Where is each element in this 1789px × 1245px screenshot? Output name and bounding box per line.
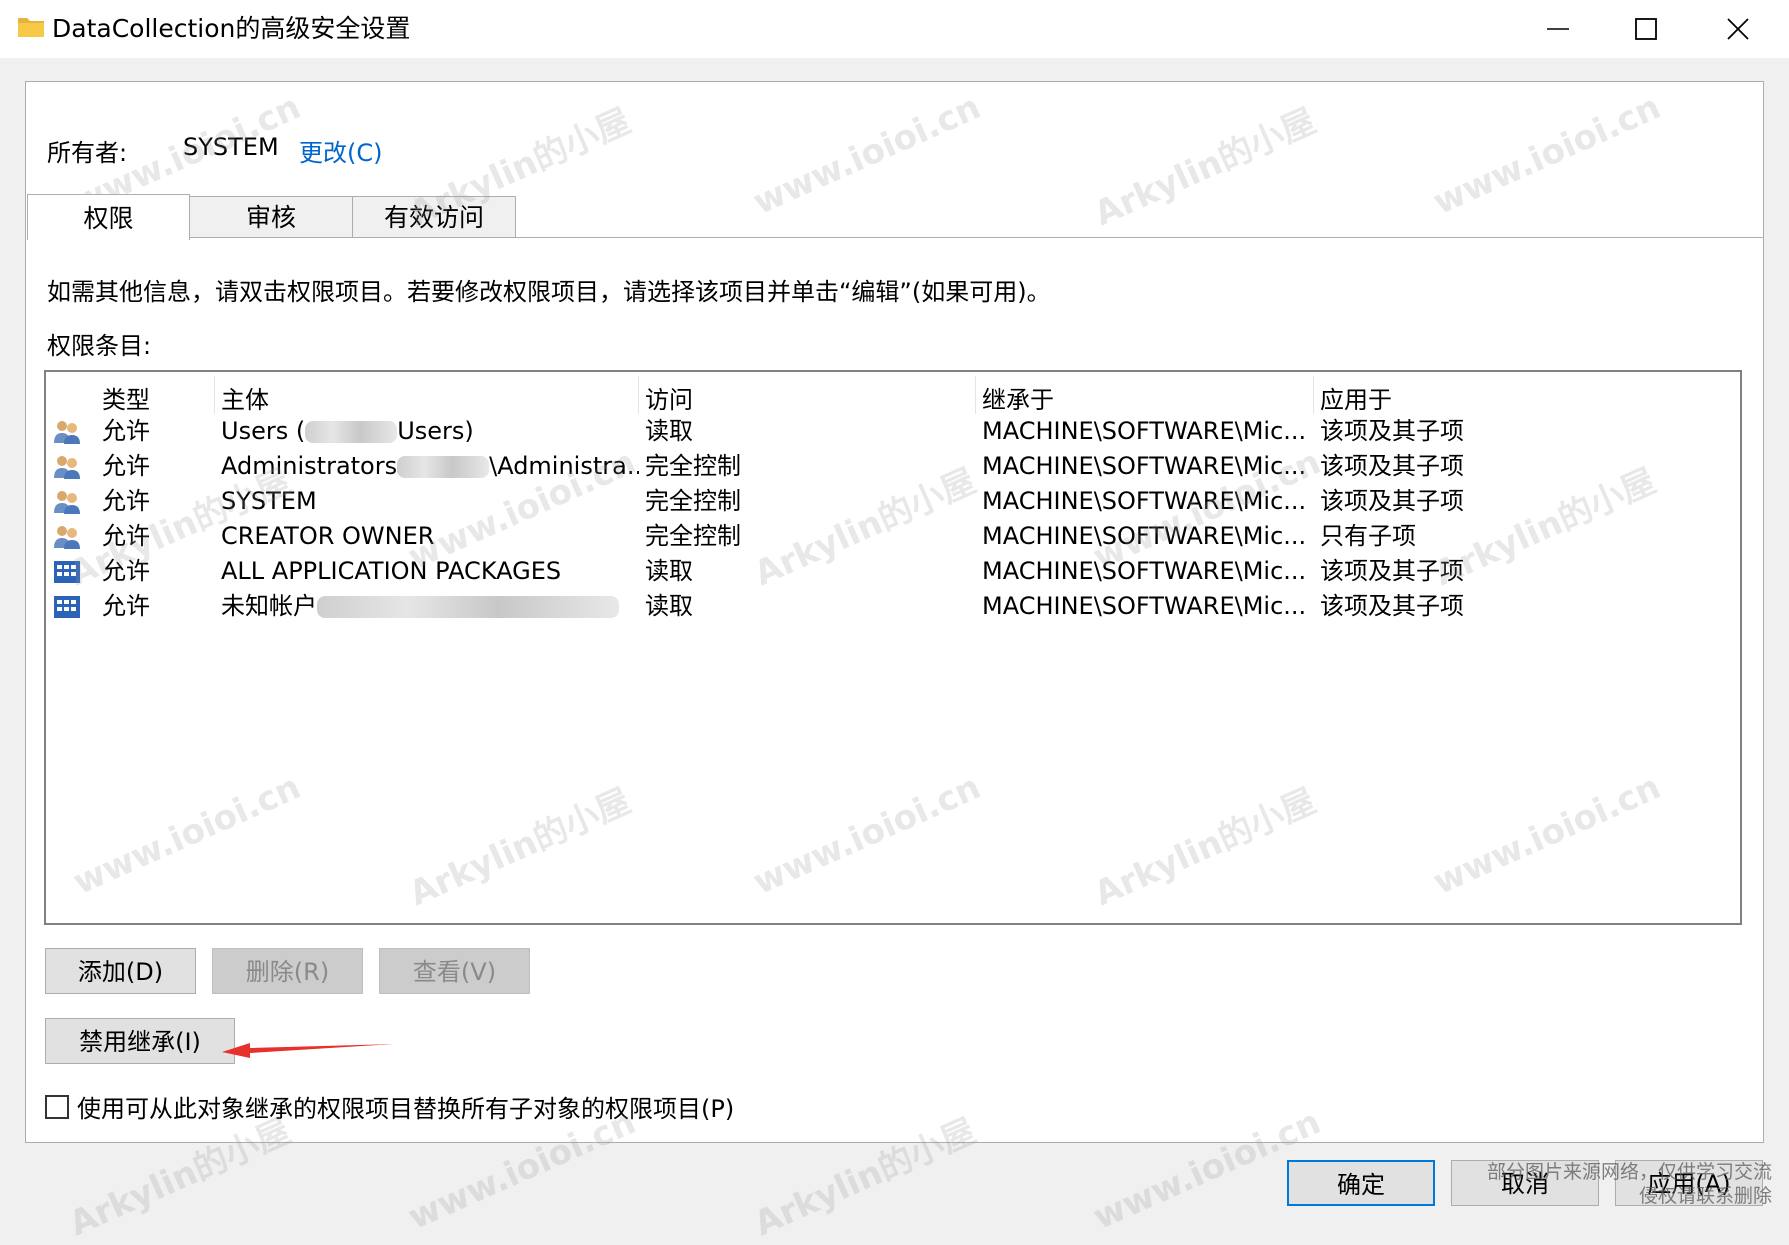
column-header-type[interactable]: 类型 — [102, 380, 150, 414]
red-arrow-annotation — [222, 1043, 394, 1058]
principal-cell: 未知帐户 — [221, 589, 641, 624]
type-cell: 允许 — [102, 487, 150, 515]
change-owner-link[interactable]: 更改(C) — [299, 133, 382, 168]
window-title: DataCollection的高级安全设置 — [52, 14, 411, 43]
access-cell: 读取 — [645, 592, 693, 620]
user-group-icon — [54, 526, 80, 549]
maximize-icon — [1635, 18, 1657, 40]
principal-cell: Administrators \Administra... — [221, 452, 639, 480]
disable-inheritance-button[interactable]: 禁用继承(I) — [45, 1018, 235, 1064]
owner-label: 所有者: — [47, 139, 128, 167]
redacted-blur — [305, 421, 398, 443]
column-separator[interactable] — [638, 376, 639, 414]
inherited-from-cell: MACHINE\SOFTWARE\Mic... — [982, 557, 1307, 585]
view-button[interactable]: 查看(V) — [379, 948, 530, 994]
maximize-button[interactable] — [1600, 0, 1692, 58]
minimize-button[interactable] — [1512, 0, 1604, 58]
access-cell: 读取 — [645, 417, 693, 445]
remove-button[interactable]: 删除(R) — [212, 948, 363, 994]
column-separator[interactable] — [214, 376, 215, 414]
applies-to-cell: 该项及其子项 — [1320, 557, 1464, 585]
tab-effective-access[interactable]: 有效访问 — [352, 196, 516, 238]
type-cell: 允许 — [102, 522, 150, 550]
type-cell: 允许 — [102, 592, 150, 620]
tab-permissions[interactable]: 权限 — [27, 194, 190, 240]
corner-note-line: 侵权请联系删除 — [1639, 1185, 1773, 1207]
column-header-applies-to[interactable]: 应用于 — [1320, 380, 1392, 414]
applies-to-cell: 该项及其子项 — [1320, 592, 1464, 620]
access-cell: 读取 — [645, 557, 693, 585]
type-cell: 允许 — [102, 417, 150, 445]
permission-entries-label: 权限条目: — [47, 332, 152, 360]
folder-icon — [18, 18, 44, 37]
column-separator[interactable] — [1313, 376, 1314, 414]
table-row[interactable]: 允许 ALL APPLICATION PACKAGES 读取 MACHINE\S… — [46, 554, 1740, 589]
replace-child-permissions-label[interactable]: 使用可从此对象继承的权限项目替换所有子对象的权限项目(P) — [77, 1089, 734, 1124]
app-package-icon — [54, 596, 80, 618]
applies-to-cell: 该项及其子项 — [1320, 417, 1464, 445]
inherited-from-cell: MACHINE\SOFTWARE\Mic... — [982, 417, 1307, 445]
column-separator[interactable] — [975, 376, 976, 414]
table-row[interactable]: 允许 未知帐户 读取 MACHINE\SOFTWARE\Mic... 该项及其子… — [46, 589, 1740, 624]
corner-note-line: 部分图片来源网络，仅供学习交流 — [1487, 1161, 1773, 1183]
access-cell: 完全控制 — [645, 487, 741, 515]
type-cell: 允许 — [102, 452, 150, 480]
inherited-from-cell: MACHINE\SOFTWARE\Mic... — [982, 592, 1307, 620]
applies-to-cell: 该项及其子项 — [1320, 452, 1464, 480]
column-header-principal[interactable]: 主体 — [221, 380, 269, 414]
corner-note: 部分图片来源网络，仅供学习交流 侵权请联系删除 — [1487, 1160, 1772, 1208]
replace-child-permissions-checkbox[interactable] — [45, 1095, 69, 1119]
inherited-from-cell: MACHINE\SOFTWARE\Mic... — [982, 452, 1307, 480]
inherited-from-cell: MACHINE\SOFTWARE\Mic... — [982, 487, 1307, 515]
tab-auditing[interactable]: 审核 — [189, 196, 353, 238]
close-button[interactable] — [1692, 0, 1784, 58]
title-bar: DataCollection的高级安全设置 — [0, 0, 1789, 58]
minimize-icon — [1547, 28, 1569, 30]
permission-entries-list[interactable]: 类型 主体 访问 继承于 应用于 允许 Users (Users) 读取 MAC… — [44, 370, 1742, 925]
applies-to-cell: 只有子项 — [1320, 522, 1416, 550]
inherited-from-cell: MACHINE\SOFTWARE\Mic... — [982, 522, 1307, 550]
ok-button[interactable]: 确定 — [1287, 1160, 1435, 1206]
table-row[interactable]: 允许 CREATOR OWNER 完全控制 MACHINE\SOFTWARE\M… — [46, 519, 1740, 554]
owner-value: SYSTEM — [183, 133, 279, 161]
user-group-icon — [54, 491, 80, 514]
user-group-icon — [54, 421, 80, 444]
access-cell: 完全控制 — [645, 452, 741, 480]
principal-cell: SYSTEM — [221, 487, 317, 515]
user-group-icon — [54, 456, 80, 479]
add-button[interactable]: 添加(D) — [45, 948, 196, 994]
column-header-inherited-from[interactable]: 继承于 — [982, 380, 1054, 414]
column-header-access[interactable]: 访问 — [645, 380, 693, 414]
table-row[interactable]: 允许 Users (Users) 读取 MACHINE\SOFTWARE\Mic… — [46, 414, 1740, 449]
principal-cell: ALL APPLICATION PACKAGES — [221, 557, 562, 585]
app-package-icon — [54, 561, 80, 583]
type-cell: 允许 — [102, 557, 150, 585]
close-icon — [1727, 18, 1749, 40]
redacted-blur — [397, 456, 490, 478]
info-text: 如需其他信息，请双击权限项目。若要修改权限项目，请选择该项目并单击“编辑”(如果… — [47, 278, 1051, 306]
table-row[interactable]: 允许 SYSTEM 完全控制 MACHINE\SOFTWARE\Mic... 该… — [46, 484, 1740, 519]
redacted-blur — [317, 596, 619, 618]
access-cell: 完全控制 — [645, 522, 741, 550]
principal-cell: CREATOR OWNER — [221, 522, 435, 550]
applies-to-cell: 该项及其子项 — [1320, 487, 1464, 515]
tab-divider — [188, 237, 1764, 238]
table-row[interactable]: 允许 Administrators \Administra... 完全控制 MAC… — [46, 449, 1740, 484]
principal-cell: Users (Users) — [221, 417, 474, 445]
